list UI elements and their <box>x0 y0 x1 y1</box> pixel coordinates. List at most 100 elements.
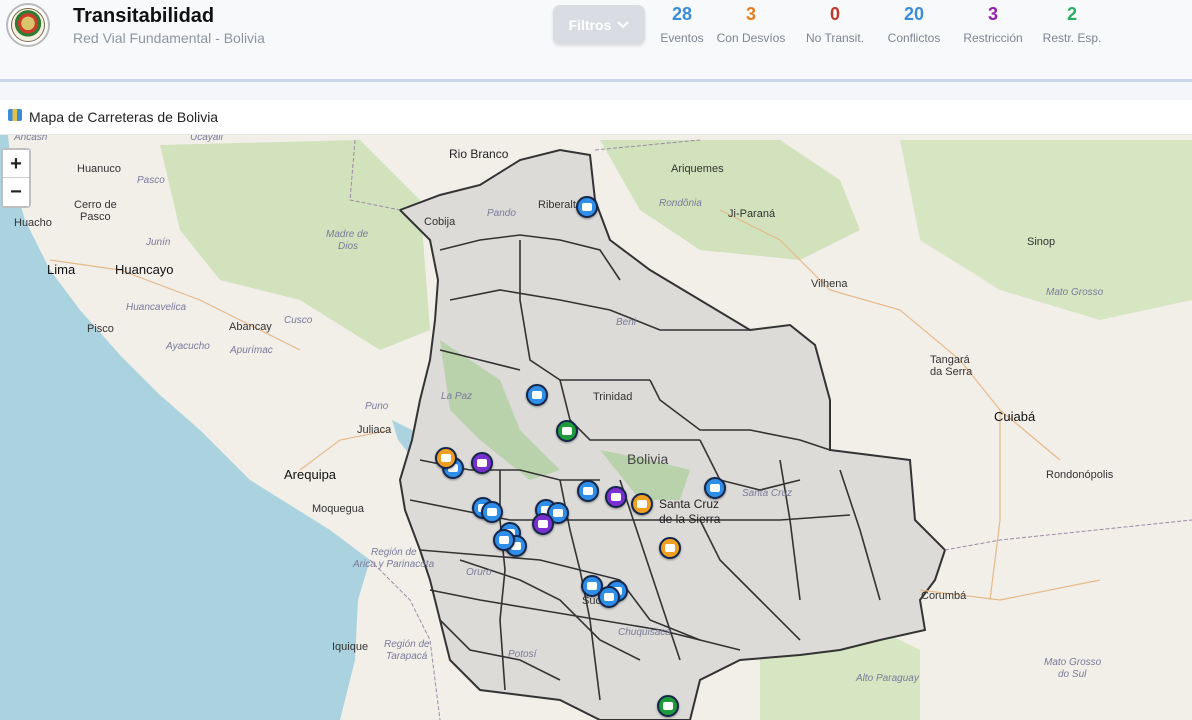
marker-restriction[interactable] <box>605 486 627 508</box>
label-bolivia: Bolivia <box>627 451 669 467</box>
zoom-out-button[interactable]: − <box>3 178 29 206</box>
stat-detours: 3 Con Desvíos <box>716 4 786 45</box>
label-mato-grosso: Mato Grosso <box>1046 287 1104 298</box>
label-cerro-de-pasco: Cerro de <box>74 199 117 211</box>
road-map[interactable]: Rio Branco Ariquemes Huanuco Pasco Cerro… <box>0 135 1192 720</box>
zoom-in-button[interactable]: + <box>3 150 29 178</box>
label-trinidad: Trinidad <box>593 391 633 403</box>
stat-detours-value: 3 <box>745 4 756 24</box>
label-junin: Junín <box>146 237 171 248</box>
marker-conflict[interactable] <box>481 501 503 523</box>
marker-special-restriction[interactable] <box>657 695 679 717</box>
label-ayacucho: Ayacucho <box>166 341 210 352</box>
stat-restriction-value: 3 <box>987 4 998 24</box>
map-basemap <box>0 135 1192 720</box>
label-santa-cruz: Santa Cruz <box>659 497 720 511</box>
app-header: Transitabilidad Red Vial Fundamental - B… <box>0 0 1192 82</box>
label-iquique: Iquique <box>332 641 369 653</box>
forest-area <box>600 140 860 260</box>
label-cuiaba: Cuiabá <box>994 409 1036 424</box>
label-abancay: Abancay <box>229 321 272 333</box>
app-subtitle: Red Vial Fundamental - Bolivia <box>73 30 265 46</box>
stat-detours-label: Con Desvíos <box>716 31 786 45</box>
label-pasco-region: Pasco <box>137 175 165 186</box>
stat-conflicts-value: 20 <box>903 4 925 24</box>
label-ji-parana: Ji-Paraná <box>728 208 776 220</box>
stat-events: 28 Eventos <box>658 4 706 45</box>
label-oruro: Oruro <box>466 567 492 578</box>
label-ariquemes: Ariquemes <box>671 163 724 175</box>
marker-conflict[interactable] <box>577 480 599 502</box>
label-alto-paraguay: Alto Paraguay <box>856 673 919 684</box>
label-do-sul: do Sul <box>1058 669 1087 680</box>
stat-special-restriction-value: 2 <box>1066 4 1077 24</box>
label-region-tarapaca-2: Tarapacá <box>386 651 428 662</box>
label-region-arica-2: Arica y Parinacota <box>353 559 435 570</box>
stat-not-transitable-label: No Transit. <box>805 31 865 45</box>
label-region-arica: Región de <box>371 547 417 558</box>
stat-conflicts-label: Conflictos <box>887 31 941 45</box>
label-potosi: Potosí <box>508 649 537 660</box>
marker-detour[interactable] <box>659 537 681 559</box>
stat-restriction-label: Restricción <box>963 31 1023 45</box>
label-lima: Lima <box>47 262 76 277</box>
label-huancavelica: Huancavelica <box>126 302 187 313</box>
marker-restriction[interactable] <box>471 452 493 474</box>
stat-conflicts: 20 Conflictos <box>882 4 946 45</box>
label-de-la-sierra: de la Sierra <box>659 512 721 526</box>
filters-button[interactable]: Filtros <box>553 5 645 44</box>
label-huancayo: Huancayo <box>115 262 174 277</box>
label-santa-cruz-region: Santa Cruz <box>742 488 793 499</box>
marker-conflict[interactable] <box>526 384 548 406</box>
label-madre-de-dios: Madre de <box>326 229 369 240</box>
label-juliaca: Juliaca <box>357 424 392 436</box>
label-arequipa: Arequipa <box>284 467 337 482</box>
stat-special-restriction: 2 Restr. Esp. <box>1040 4 1104 45</box>
marker-restriction[interactable] <box>532 513 554 535</box>
label-la-paz: La Paz <box>441 391 473 402</box>
label-cerro-de-pasco-2: Pasco <box>80 211 111 223</box>
marker-conflict[interactable] <box>704 477 726 499</box>
map-section-title: Mapa de Carreteras de Bolivia <box>29 109 219 125</box>
stat-not-transitable-value: 0 <box>829 4 840 24</box>
label-pisco: Pisco <box>87 323 114 335</box>
label-rio-branco: Rio Branco <box>449 147 509 161</box>
map-icon <box>8 109 22 121</box>
filters-button-label: Filtros <box>568 16 612 33</box>
app-title: Transitabilidad <box>73 5 215 27</box>
label-ucayali: Ucayali <box>190 135 223 143</box>
label-rondonia: Rondônia <box>659 198 702 209</box>
coat-of-arms-logo <box>6 3 50 47</box>
zoom-control: + − <box>1 148 31 208</box>
label-pando: Pando <box>487 208 516 219</box>
label-chuquisaca: Chuquisaca <box>618 627 671 638</box>
marker-conflict[interactable] <box>493 529 515 551</box>
label-da-serra: da Serra <box>930 366 973 378</box>
marker-special-restriction[interactable] <box>556 420 578 442</box>
marker-conflict[interactable] <box>576 196 598 218</box>
label-corumba: Corumbá <box>921 590 967 602</box>
stat-events-value: 28 <box>671 4 693 24</box>
stat-restriction: 3 Restricción <box>960 4 1026 45</box>
label-huanuco: Huanuco <box>77 163 122 175</box>
stat-events-label: Eventos <box>660 31 704 45</box>
label-apurimac: Apurímac <box>230 345 273 356</box>
label-huacho: Huacho <box>14 217 52 229</box>
label-mato-grosso-do-sul: Mato Grosso <box>1044 657 1102 668</box>
marker-detour[interactable] <box>631 493 653 515</box>
label-moquegua: Moquegua <box>312 503 364 515</box>
chevron-down-icon <box>617 20 630 28</box>
label-ancash: Áncash <box>14 135 48 143</box>
marker-detour[interactable] <box>435 447 457 469</box>
label-beni: Beni <box>616 317 637 328</box>
label-puno: Puno <box>365 401 389 412</box>
marker-conflict[interactable] <box>598 586 620 608</box>
map-section-header: Mapa de Carreteras de Bolivia <box>0 100 1192 135</box>
stat-not-transitable: 0 No Transit. <box>802 4 868 45</box>
label-tangara: Tangará <box>930 354 970 366</box>
label-vilhena: Vilhena <box>811 278 848 290</box>
stat-special-restriction-label: Restr. Esp. <box>1042 31 1102 45</box>
label-region-tarapaca: Región de <box>384 639 430 650</box>
label-madre-de-dios-2: Dios <box>338 241 359 252</box>
label-rondonopolis: Rondonópolis <box>1046 469 1114 481</box>
